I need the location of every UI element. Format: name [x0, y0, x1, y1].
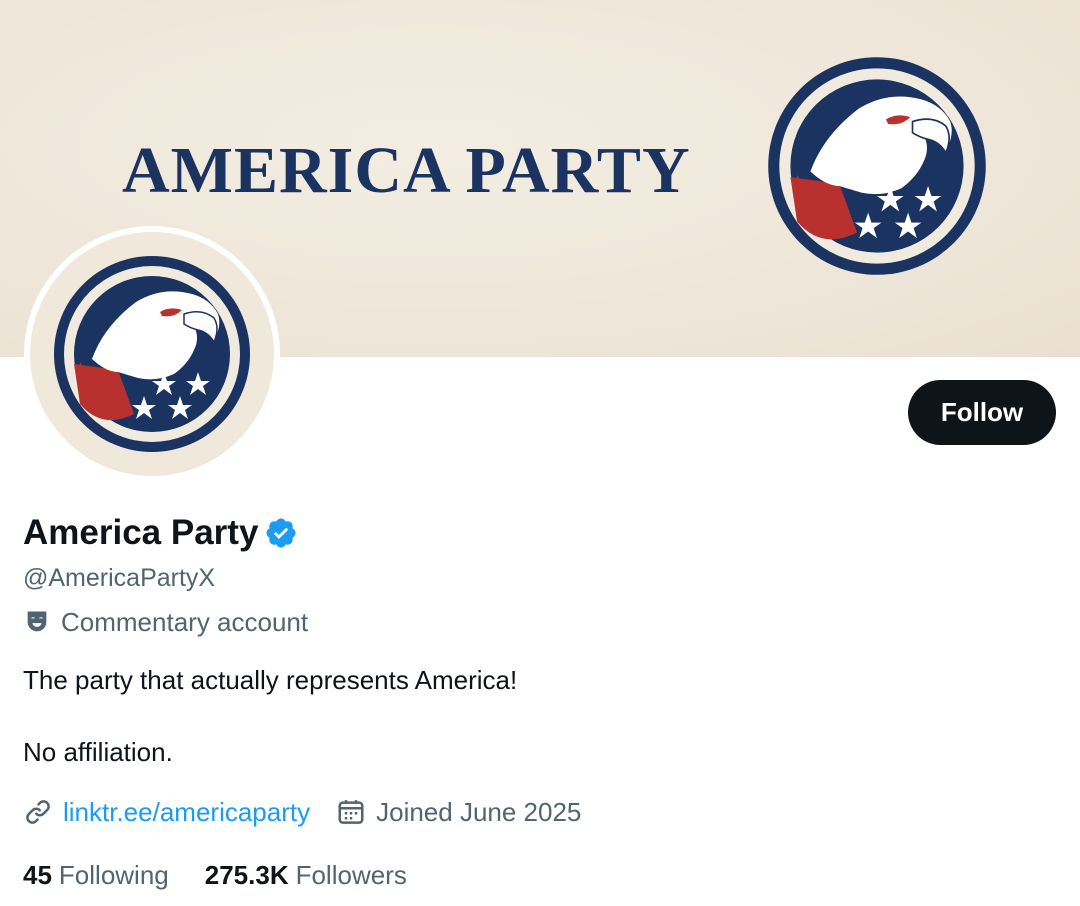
followers-label: Followers [295, 860, 407, 890]
eagle-emblem-icon [767, 56, 987, 276]
account-label[interactable]: Commentary account [23, 606, 308, 638]
banner-title: AMERICA PARTY [122, 134, 691, 207]
avatar-image [30, 232, 274, 476]
joined-date: Joined June 2025 [376, 797, 582, 827]
eagle-emblem-icon [53, 255, 251, 453]
parody-mask-icon [27, 611, 47, 632]
profile-meta: linktr.ee/americaparty Joined June 2025 [23, 795, 581, 829]
user-handle: @AmericaPartyX [23, 564, 216, 592]
followers-link[interactable]: 275.3K Followers [205, 858, 407, 892]
bio-line: The party that actually represents Ameri… [23, 665, 518, 695]
profile-stats: 45 Following 275.3K Followers [23, 858, 407, 892]
following-label: Following [58, 860, 169, 890]
calendar-icon [338, 800, 364, 824]
bio-line: No affiliation. [23, 737, 173, 767]
following-link[interactable]: 45 Following [23, 858, 169, 892]
account-label-text: Commentary account [61, 607, 309, 637]
link-icon [26, 800, 50, 824]
following-count: 45 [23, 860, 52, 890]
follow-button[interactable]: Follow [908, 380, 1056, 445]
profile-link[interactable]: linktr.ee/americaparty [63, 795, 310, 829]
avatar[interactable] [24, 226, 280, 482]
verified-badge-icon[interactable] [264, 516, 298, 550]
display-name-row: America Party [23, 513, 298, 553]
followers-count: 275.3K [204, 860, 289, 890]
display-name: America Party [23, 513, 259, 552]
